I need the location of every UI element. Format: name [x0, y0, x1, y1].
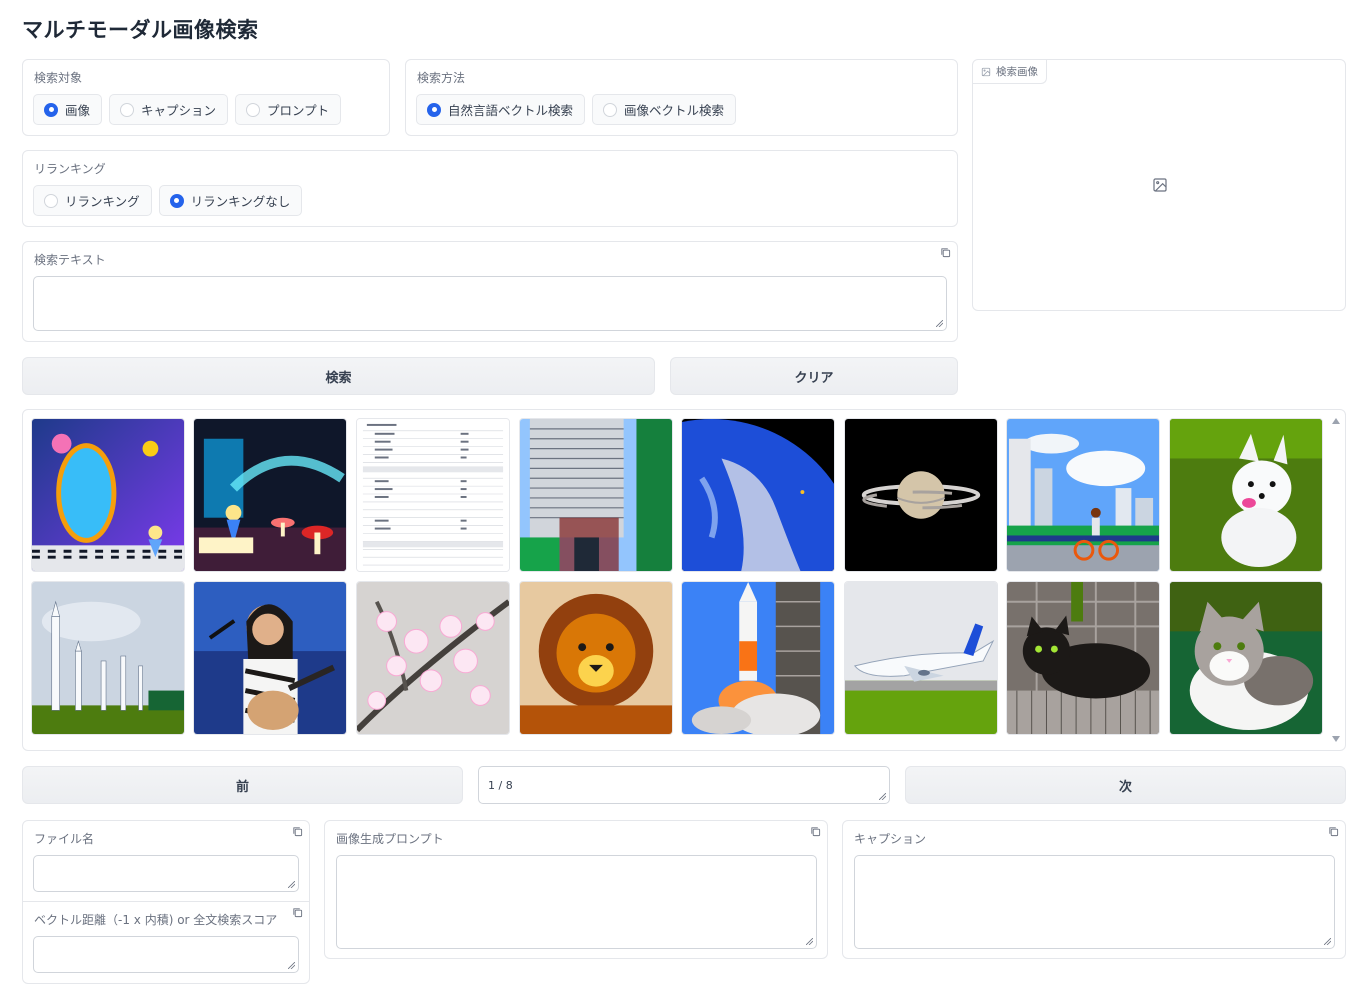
caption-label: キャプション — [854, 832, 927, 846]
gallery-thumb-alice-book[interactable] — [193, 418, 347, 572]
next-page-button[interactable]: 次 — [905, 766, 1346, 804]
radio-label: 画像 — [65, 103, 91, 118]
radio-dot — [120, 102, 135, 117]
radio-dot — [603, 102, 618, 117]
radio-search-method-text-vector[interactable]: 自然言語ベクトル検索 — [416, 94, 586, 125]
scroll-down-icon[interactable] — [1332, 736, 1340, 742]
scroll-up-icon[interactable] — [1332, 418, 1340, 424]
radio-label: 画像ベクトル検索 — [624, 103, 725, 118]
copy-icon[interactable] — [940, 247, 951, 258]
caption-block: キャプション — [842, 820, 1346, 959]
vector-distance-label: ベクトル距離（-1 x 内積) or 全文検索スコア — [34, 913, 278, 927]
image-icon — [981, 67, 991, 76]
reranking-group: リランキング リランキング リランキングなし — [22, 150, 958, 227]
generation-prompt-input[interactable] — [336, 855, 817, 949]
radio-search-target-prompt[interactable]: プロンプト — [235, 94, 342, 125]
file-name-label: ファイル名 — [34, 832, 95, 846]
gallery-thumb-cherry-blossoms[interactable] — [356, 581, 510, 735]
radio-search-target-caption[interactable]: キャプション — [109, 94, 229, 125]
clear-button[interactable]: クリア — [670, 357, 958, 395]
generation-prompt-label: 画像生成プロンプト — [336, 832, 444, 846]
copy-icon[interactable] — [292, 907, 303, 918]
radio-dot — [44, 193, 58, 208]
radio-dot — [44, 102, 58, 117]
search-method-label: 検索方法 — [417, 71, 466, 85]
search-text-input[interactable] — [33, 276, 947, 331]
gallery-thumb-lion[interactable] — [519, 581, 673, 735]
gallery-scrollbar[interactable] — [1329, 414, 1343, 746]
search-method-group: 検索方法 自然言語ベクトル検索 画像ベクトル検索 — [405, 59, 958, 136]
radio-reranking-on[interactable]: リランキング — [33, 185, 152, 216]
radio-search-method-image-vector[interactable]: 画像ベクトル検索 — [592, 94, 737, 125]
resize-handle-icon[interactable] — [936, 320, 943, 327]
file-details-block: ファイル名 ベクトル距離（-1 x 内積) or 全文検索スコア — [22, 820, 310, 984]
search-target-label: 検索対象 — [34, 71, 83, 85]
generation-prompt-block: 画像生成プロンプト — [324, 820, 828, 959]
radio-search-target-image[interactable]: 画像 — [33, 94, 103, 125]
vector-distance-input[interactable] — [33, 936, 299, 973]
search-image-dropzone[interactable]: 検索画像 — [972, 59, 1346, 311]
gallery-thumb-earth-from-space[interactable] — [681, 418, 835, 572]
gallery-thumb-white-puppy[interactable] — [1169, 418, 1323, 572]
radio-label: リランキング — [65, 194, 140, 209]
resize-handle-icon[interactable] — [806, 938, 813, 945]
radio-label: キャプション — [141, 103, 217, 118]
gallery-thumb-singer-guitar[interactable] — [193, 581, 347, 735]
search-image-tab: 検索画像 — [973, 60, 1047, 84]
prev-page-button[interactable]: 前 — [22, 766, 463, 804]
resize-handle-icon[interactable] — [1324, 938, 1331, 945]
search-image-label: 検索画像 — [996, 66, 1038, 78]
search-text-block: 検索テキスト — [22, 241, 958, 342]
gallery-thumb-alice-mirror[interactable] — [31, 418, 185, 572]
resize-handle-icon[interactable] — [879, 793, 886, 800]
radio-label: 自然言語ベクトル検索 — [448, 103, 574, 118]
search-button[interactable]: 検索 — [22, 357, 655, 395]
page-indicator-input[interactable]: 1 / 8 — [478, 766, 890, 804]
caption-input[interactable] — [854, 855, 1335, 949]
file-name-input[interactable] — [33, 855, 299, 892]
result-gallery — [22, 409, 1346, 751]
page-title: マルチモーダル画像検索 — [22, 18, 259, 42]
radio-dot — [169, 193, 184, 208]
divider — [23, 901, 309, 902]
gallery-thumb-city-cyclist[interactable] — [1006, 418, 1160, 572]
copy-icon[interactable] — [292, 826, 303, 837]
image-placeholder-icon — [1153, 178, 1167, 192]
copy-icon[interactable] — [1328, 826, 1339, 837]
radio-label: プロンプト — [267, 103, 330, 118]
page-indicator-value: 1 / 8 — [488, 779, 513, 792]
radio-label: リランキングなし — [190, 194, 291, 209]
radio-reranking-off[interactable]: リランキングなし — [158, 185, 303, 216]
radio-dot — [246, 102, 261, 117]
gallery-thumb-saturn[interactable] — [844, 418, 998, 572]
gallery-thumb-black-cat[interactable] — [1006, 581, 1160, 735]
radio-dot — [427, 102, 441, 117]
gallery-thumb-document-table[interactable] — [356, 418, 510, 572]
resize-handle-icon[interactable] — [288, 962, 295, 969]
search-text-label: 検索テキスト — [34, 253, 106, 267]
gallery-thumb-rocket-launch[interactable] — [681, 581, 835, 735]
gallery-thumb-airbus-a380[interactable] — [844, 581, 998, 735]
resize-handle-icon[interactable] — [288, 881, 295, 888]
gallery-thumb-rocket-garden[interactable] — [31, 581, 185, 735]
copy-icon[interactable] — [810, 826, 821, 837]
reranking-label: リランキング — [34, 162, 106, 176]
gallery-thumb-apartment-building[interactable] — [519, 418, 673, 572]
search-target-group: 検索対象 画像 キャプション プロンプト — [22, 59, 390, 136]
gallery-thumb-tabby-cat[interactable] — [1169, 581, 1323, 735]
